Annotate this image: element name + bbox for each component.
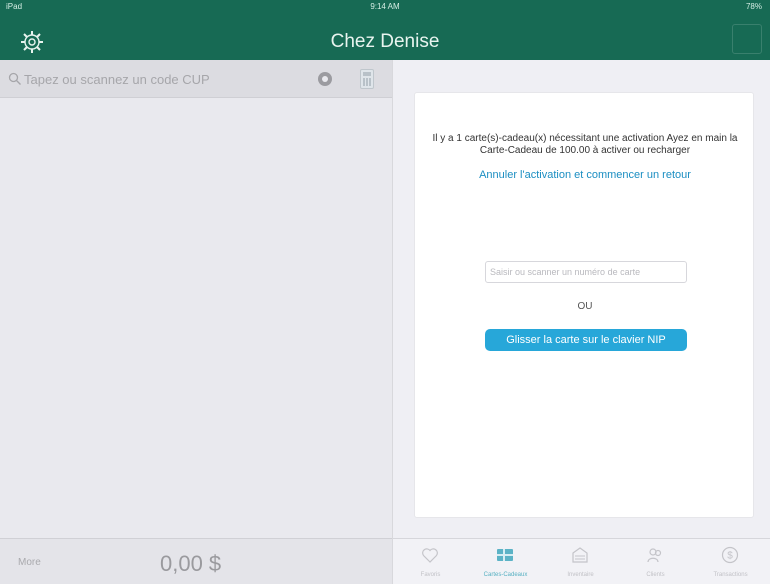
gear-icon[interactable] [20,30,44,54]
cart-total: 0,00 $ [160,551,222,576]
gift-card-icon [497,549,513,561]
tab-transactions[interactable]: $ Transactions [693,539,768,584]
tab-label: Clients [646,572,665,578]
tab-label: Cartes-Cadeaux [483,572,528,578]
tab-bar: Favoris Cartes-Cadeaux Inventaire Client… [393,538,770,584]
cart-footer: More 0,00 $ [0,538,392,584]
tab-clients[interactable]: Clients [618,539,693,584]
more-button[interactable]: More [18,557,41,568]
top-bar: iPad 9:14 AM 78% Chez Denise [0,0,770,60]
page-title: Chez Denise [330,31,440,52]
menu-button[interactable] [732,24,762,54]
tab-label: Favoris [420,572,441,578]
cart-pane: More 0,00 $ [0,60,392,584]
tab-favoris[interactable]: Favoris [393,539,468,584]
heart-icon [422,548,438,563]
search-bar [0,60,392,98]
tab-label: Inventaire [567,572,594,578]
activation-card: Il y a 1 carte(s)-cadeau(x) nécessitant … [414,92,754,518]
card-number-input[interactable] [485,261,687,283]
scan-icon[interactable] [318,72,332,86]
inventory-icon [572,547,588,563]
clients-icon [647,548,662,563]
activation-message: Il y a 1 carte(s)-cadeau(x) nécessitant … [432,133,738,156]
dollar-icon: $ [721,546,739,564]
tab-inventaire[interactable]: Inventaire [543,539,618,584]
svg-text:$: $ [727,551,733,562]
activation-pane: Il y a 1 carte(s)-cadeau(x) nécessitant … [393,60,770,538]
swipe-card-button[interactable]: Glisser la carte sur le clavier NIP [485,329,687,351]
cancel-activation-link[interactable]: Annuler l'activation et commencer un ret… [425,169,745,181]
or-label: OU [577,301,593,312]
tab-label: Transactions [713,572,748,578]
search-input[interactable] [8,68,338,90]
tab-cartes-cadeaux[interactable]: Cartes-Cadeaux [468,539,543,584]
status-battery: 78% [745,2,762,11]
status-time: 9:14 AM [370,2,400,11]
calculator-icon[interactable] [360,69,374,89]
